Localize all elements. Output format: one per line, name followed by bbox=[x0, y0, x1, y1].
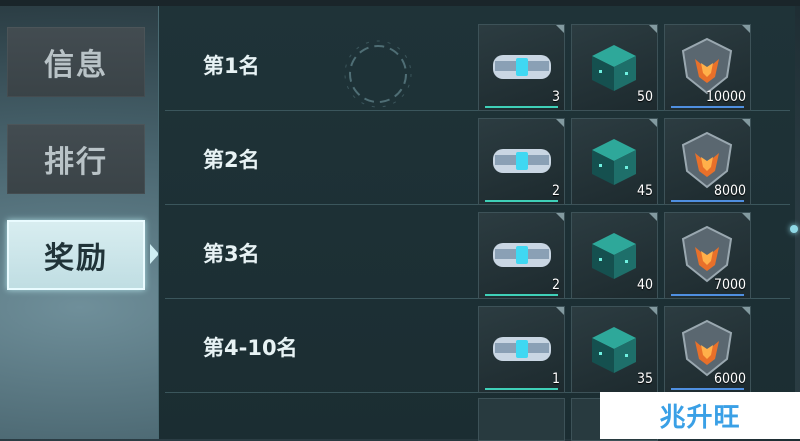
corner-mark bbox=[556, 119, 564, 127]
rarity-bar bbox=[485, 200, 558, 202]
reward-item-chip[interactable]: 1 bbox=[478, 306, 565, 393]
reward-item-chip[interactable]: 3 bbox=[478, 24, 565, 111]
corner-mark bbox=[649, 119, 657, 127]
reward-item-chip[interactable]: 2 bbox=[478, 212, 565, 299]
corner-mark bbox=[649, 213, 657, 221]
reward-row: 第3名 2 40 7000 bbox=[165, 207, 790, 299]
reward-item-emblem[interactable]: 6000 bbox=[664, 306, 751, 393]
rank-label: 第4-10名 bbox=[203, 335, 298, 360]
rarity-bar bbox=[485, 106, 558, 108]
tab-info[interactable]: 信息 bbox=[7, 27, 145, 97]
corner-mark bbox=[556, 307, 564, 315]
reward-row: 第1名 3 50 10000 bbox=[165, 19, 790, 111]
tab-ranking[interactable]: 排行 bbox=[7, 124, 145, 194]
corner-mark bbox=[742, 213, 750, 221]
corner-mark bbox=[556, 25, 564, 33]
watermark-text: 兆升旺 bbox=[659, 403, 741, 433]
reward-item-cube[interactable]: 50 bbox=[571, 24, 658, 111]
reward-item-emblem[interactable]: 7000 bbox=[664, 212, 751, 299]
item-count: 2 bbox=[551, 277, 560, 293]
rarity-bar bbox=[671, 388, 744, 390]
rank-label: 第1名 bbox=[203, 53, 260, 78]
item-count: 7000 bbox=[713, 277, 746, 293]
item-count: 2 bbox=[551, 183, 560, 199]
corner-mark bbox=[742, 25, 750, 33]
item-count: 1 bbox=[551, 371, 560, 387]
item-count: 45 bbox=[636, 183, 653, 199]
rarity-bar bbox=[671, 106, 744, 108]
watermark-logo: 兆升旺 bbox=[600, 392, 800, 439]
item-count: 50 bbox=[636, 89, 653, 105]
rarity-bar bbox=[485, 388, 558, 390]
reward-item-cube[interactable]: 45 bbox=[571, 118, 658, 205]
reward-row: 第4-10名 1 35 6000 bbox=[165, 301, 790, 393]
item-count: 35 bbox=[636, 371, 653, 387]
reward-item-cube[interactable]: 35 bbox=[571, 306, 658, 393]
item-count: 6000 bbox=[713, 371, 746, 387]
reward-item-partial bbox=[478, 398, 565, 441]
reward-item-chip[interactable]: 2 bbox=[478, 118, 565, 205]
corner-mark bbox=[556, 213, 564, 221]
rarity-bar bbox=[671, 200, 744, 202]
reward-item-emblem[interactable]: 8000 bbox=[664, 118, 751, 205]
corner-mark bbox=[742, 119, 750, 127]
reward-item-cube[interactable]: 40 bbox=[571, 212, 658, 299]
side-tabs: 信息 排行 奖励 bbox=[0, 0, 160, 439]
corner-mark bbox=[742, 307, 750, 315]
reward-row: 第2名 2 45 8000 bbox=[165, 113, 790, 205]
item-count: 10000 bbox=[705, 89, 746, 105]
rank-label: 第2名 bbox=[203, 147, 260, 172]
corner-mark bbox=[649, 25, 657, 33]
rank-label: 第3名 bbox=[203, 241, 260, 266]
scroll-indicator bbox=[790, 225, 798, 233]
tab-rewards[interactable]: 奖励 bbox=[7, 220, 145, 290]
rarity-bar bbox=[671, 294, 744, 296]
item-count: 40 bbox=[636, 277, 653, 293]
tab-rewards-label: 奖励 bbox=[44, 241, 108, 276]
corner-mark bbox=[649, 307, 657, 315]
reward-item-emblem[interactable]: 10000 bbox=[664, 24, 751, 111]
item-count: 3 bbox=[551, 89, 560, 105]
tab-info-label: 信息 bbox=[44, 48, 108, 83]
empty-badge-icon bbox=[344, 40, 412, 108]
item-count: 8000 bbox=[713, 183, 746, 199]
rarity-bar bbox=[485, 294, 558, 296]
tab-ranking-label: 排行 bbox=[44, 145, 108, 180]
